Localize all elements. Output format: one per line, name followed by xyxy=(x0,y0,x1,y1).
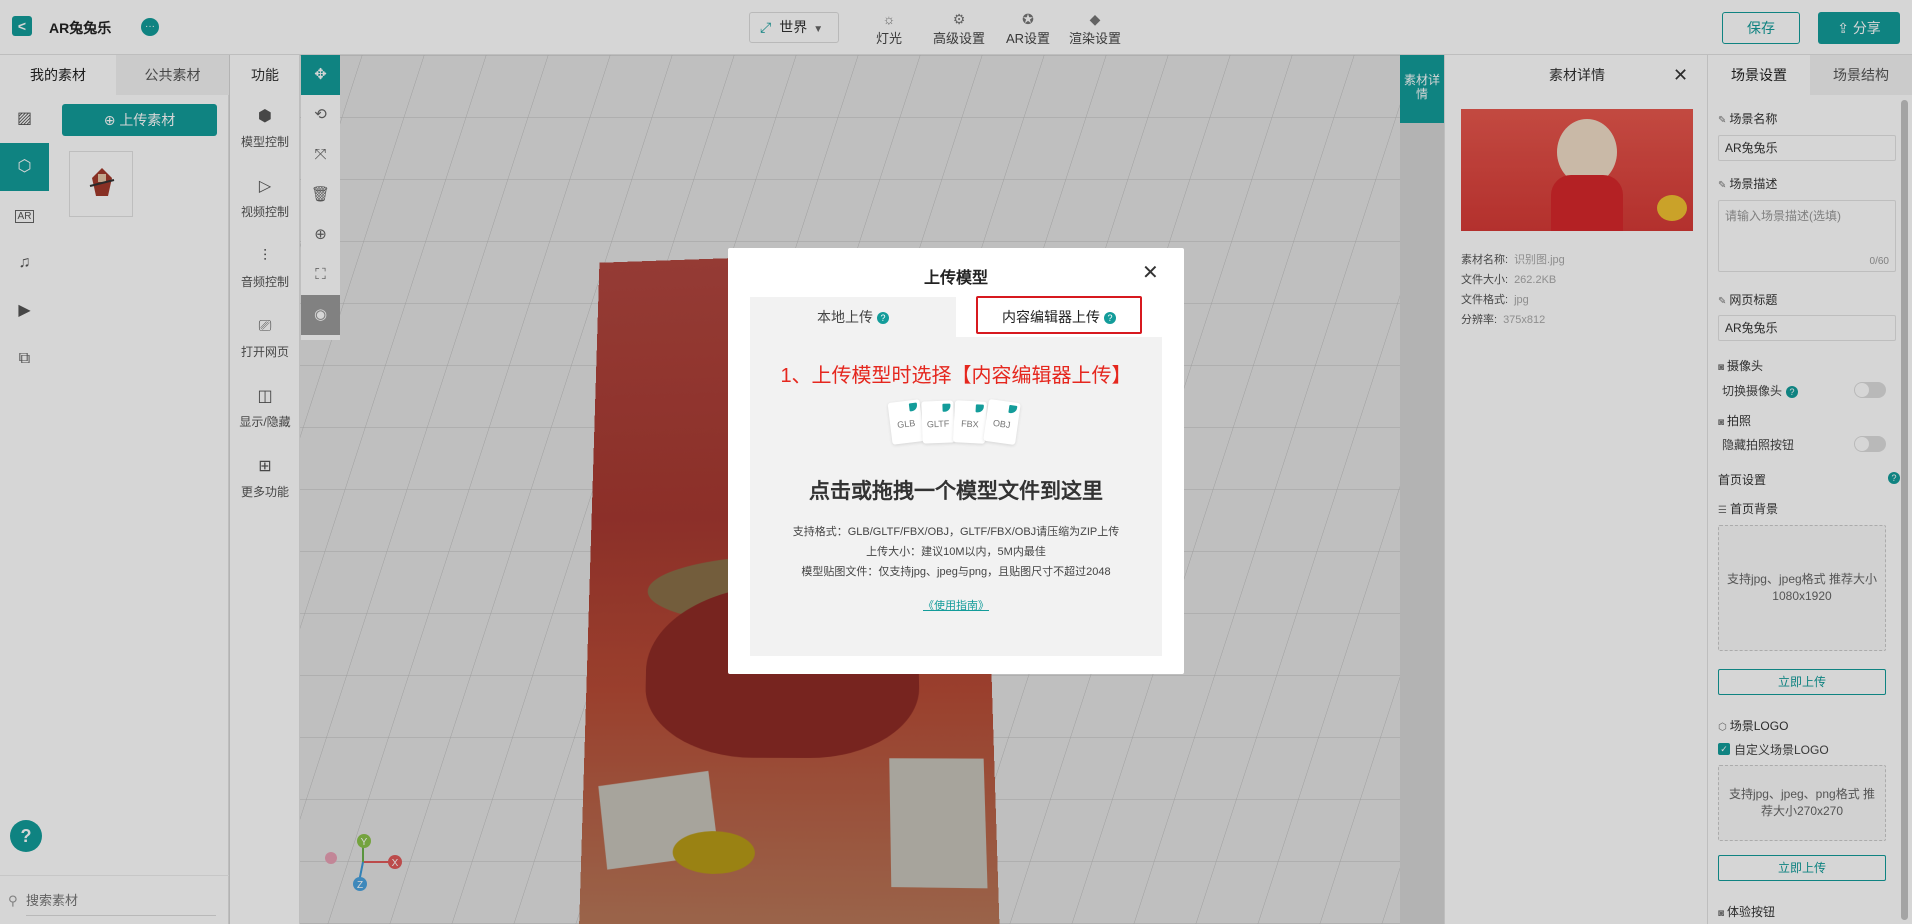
file-card-obj: OBJ xyxy=(983,398,1021,446)
file-type-cards: GLB GLTF FBX OBJ xyxy=(887,398,1022,451)
instruction-annotation: 1、上传模型时选择【内容编辑器上传】 xyxy=(780,365,1132,387)
upload-model-dialog: 上传模型 ✕ 本地上传? 内容编辑器上传? 1、上传模型时选择【内容编辑器上传】… xyxy=(728,248,1184,674)
tab-local-label: 本地上传 xyxy=(817,309,873,325)
file-card-gltf: GLTF xyxy=(921,400,955,444)
tab-highlight-box xyxy=(976,296,1142,334)
drop-text: 点击或拖拽一个模型文件到这里 xyxy=(809,480,1103,503)
dialog-title: 上传模型 xyxy=(923,270,988,287)
info-texture: 模型贴图文件：仅支持jpg、jpeg与png，且贴图尺寸不超过2048 xyxy=(801,566,1111,578)
file-card-glb: GLB xyxy=(887,399,925,445)
tab-local-upload[interactable]: 本地上传? xyxy=(750,297,956,337)
upload-dropzone[interactable]: 1、上传模型时选择【内容编辑器上传】 GLB GLTF FBX OBJ 点击或拖… xyxy=(750,337,1162,656)
file-card-fbx: FBX xyxy=(952,400,988,444)
info-size: 上传大小：建议10M以内，5M内最佳 xyxy=(866,546,1046,558)
help-icon[interactable]: ? xyxy=(877,312,889,325)
info-formats: 支持格式：GLB/GLTF/FBX/OBJ，GLTF/FBX/OBJ请压缩为ZI… xyxy=(792,526,1120,538)
close-icon[interactable]: ✕ xyxy=(1142,260,1159,285)
usage-guide-link[interactable]: 《使用指南》 xyxy=(750,597,1162,613)
